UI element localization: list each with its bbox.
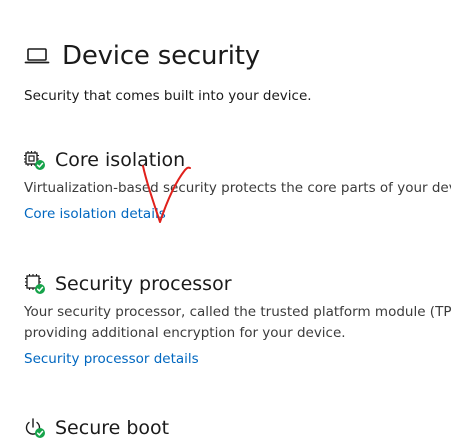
page-title: Device security (62, 41, 260, 71)
section-header: Secure boot (24, 415, 451, 441)
section-secure-boot: Secure boot (24, 415, 451, 441)
secure-boot-icon (24, 417, 46, 439)
device-security-page: Device security Security that comes buil… (0, 0, 451, 441)
section-title: Secure boot (55, 417, 170, 439)
section-description: Virtualization-based security protects t… (24, 180, 451, 196)
core-isolation-icon (24, 149, 46, 171)
security-processor-icon (24, 273, 46, 295)
core-isolation-details-link[interactable]: Core isolation details (24, 206, 166, 222)
section-title: Security processor (55, 273, 232, 295)
section-security-processor: Security processor Your security process… (24, 271, 451, 367)
description-line: Your security processor, called the trus… (24, 304, 451, 320)
description-line: providing additional encryption for your… (24, 325, 346, 341)
section-header: Core isolation (24, 147, 451, 173)
section-header: Security processor (24, 271, 451, 297)
page-header: Device security (24, 38, 260, 74)
section-description: Your security processor, called the trus… (24, 302, 451, 344)
page-subtitle: Security that comes built into your devi… (24, 88, 312, 104)
security-processor-details-link[interactable]: Security processor details (24, 351, 199, 367)
section-core-isolation: Core isolation Virtualization-based secu… (24, 147, 451, 222)
laptop-icon (24, 46, 50, 66)
section-title: Core isolation (55, 149, 186, 171)
